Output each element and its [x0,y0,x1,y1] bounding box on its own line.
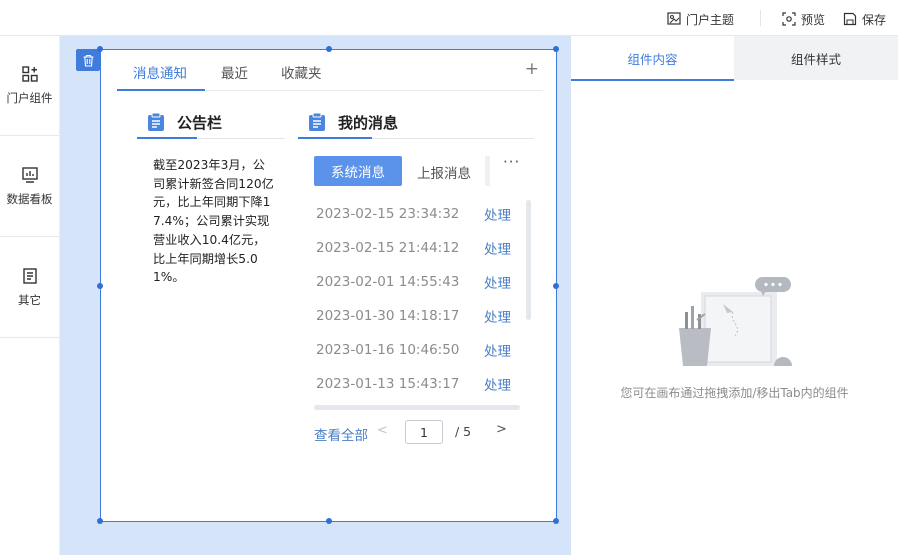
portal-theme-label: 门户主题 [686,12,735,27]
message-time: 2023-02-15 23:34:32 [316,206,460,222]
vertical-scrollbar[interactable] [526,200,531,320]
left-sidebar: 门户组件 数据看板 其它 [0,36,60,555]
process-link[interactable]: 处理 [484,272,511,292]
sidebar-item-label: 门户组件 [6,91,53,105]
message-row: 2023-02-15 23:34:32 处理 [316,204,516,224]
subtab-system-messages[interactable]: 系统消息 [314,156,402,186]
resize-handle-bottom[interactable] [326,518,332,524]
subtab-reported-messages[interactable]: 上报消息 [417,162,471,182]
prev-page-button[interactable]: < [377,423,388,438]
app-root: 门户主题 预览 保存 门户组件 数据看板 其它 消息通知 最近 收藏夹 + 公告… [0,0,898,555]
sidebar-item-label: 其它 [18,293,41,307]
tab-favorites[interactable]: 收藏夹 [281,62,322,82]
next-page-button[interactable]: > [496,422,507,437]
design-canvas[interactable]: 消息通知 最近 收藏夹 + 公告栏 截至2023年3月，公司累计新签合同120亿… [60,36,586,555]
tab-container-widget[interactable]: 消息通知 最近 收藏夹 + 公告栏 截至2023年3月，公司累计新签合同120亿… [97,46,586,524]
horizontal-scrollbar[interactable] [314,405,520,410]
sidebar-item-data-dashboard[interactable]: 数据看板 [0,137,59,237]
my-messages-label: 我的消息 [338,113,399,132]
active-tab-indicator [571,79,734,81]
view-all-link[interactable]: 查看全部 [314,424,368,444]
process-link[interactable]: 处理 [484,340,511,360]
message-row: 2023-02-15 21:44:12 处理 [316,238,516,258]
widget-tabs: 消息通知 最近 收藏夹 + [117,50,543,91]
sidebar-item-other[interactable]: 其它 [0,238,59,338]
message-row: 2023-02-01 14:55:43 处理 [316,272,516,292]
tab-widget-style[interactable]: 组件样式 [734,36,898,80]
document-icon [22,268,37,284]
process-link[interactable]: 处理 [484,306,511,326]
add-tab-button[interactable]: + [525,59,539,79]
process-link[interactable]: 处理 [484,204,511,224]
more-subtabs-button[interactable]: ··· [503,153,520,171]
clipboard-icon [148,112,164,131]
message-row: 2023-01-16 10:46:50 处理 [316,340,516,360]
message-time: 2023-01-16 10:46:50 [316,342,460,358]
active-tab-indicator [117,89,205,91]
message-time: 2023-02-15 21:44:12 [316,240,460,256]
my-messages-title: 我的消息 [308,107,398,137]
save-icon [843,12,857,26]
tab-notifications[interactable]: 消息通知 [133,62,187,82]
preview-label: 预览 [801,12,826,27]
resize-handle-left[interactable] [97,283,103,289]
process-link[interactable]: 处理 [484,374,511,394]
resize-handle-top-right[interactable] [553,46,559,52]
notice-board-label: 公告栏 [177,113,223,132]
theme-icon [667,12,681,25]
widgets-icon [21,66,38,82]
sidebar-item-portal-widgets[interactable]: 门户组件 [0,36,59,136]
delete-widget-button[interactable] [76,49,100,71]
empty-state-illustration [671,277,801,374]
save-label: 保存 [862,12,887,27]
dashboard-icon [21,167,38,183]
page-total: / 5 [455,424,472,439]
message-row: 2023-01-13 15:43:17 处理 [316,374,516,394]
message-row: 2023-01-30 14:18:17 处理 [316,306,516,326]
properties-panel: 组件内容 组件样式 您可在画布通过拖拽添加/移出Tab内的组件 [571,36,898,555]
top-toolbar: 门户主题 预览 保存 [0,0,898,36]
message-time: 2023-02-01 14:55:43 [316,274,460,290]
notice-board-title: 公告栏 [147,107,222,137]
clipboard-icon [309,112,325,131]
process-link[interactable]: 处理 [484,238,511,258]
save-button[interactable]: 保存 [843,10,886,28]
preview-button[interactable]: 预览 [782,10,825,28]
trash-icon [83,54,93,67]
portal-theme-button[interactable]: 门户主题 [667,10,734,28]
message-time: 2023-01-30 14:18:17 [316,308,460,324]
tab-widget-content[interactable]: 组件内容 [571,36,734,80]
page-number-input[interactable] [405,420,443,444]
resize-handle-bottom-right[interactable] [553,518,559,524]
toolbar-divider [760,10,761,26]
messages-divider-accent [298,137,372,139]
subtab-scroll-edge [485,156,490,186]
notice-divider-accent [137,137,197,139]
tab-recent[interactable]: 最近 [221,62,248,82]
resize-handle-bottom-left[interactable] [97,518,103,524]
resize-handle-right[interactable] [553,283,559,289]
preview-icon [782,12,796,26]
notice-content: 截至2023年3月，公司累计新签合同120亿元，比上年同期下降17.4%；公司累… [153,158,274,285]
message-time: 2023-01-13 15:43:17 [316,376,460,392]
sidebar-item-label: 数据看板 [6,192,53,206]
empty-state-hint: 您可在画布通过拖拽添加/移出Tab内的组件 [620,386,849,400]
resize-handle-top-left[interactable] [97,46,103,52]
